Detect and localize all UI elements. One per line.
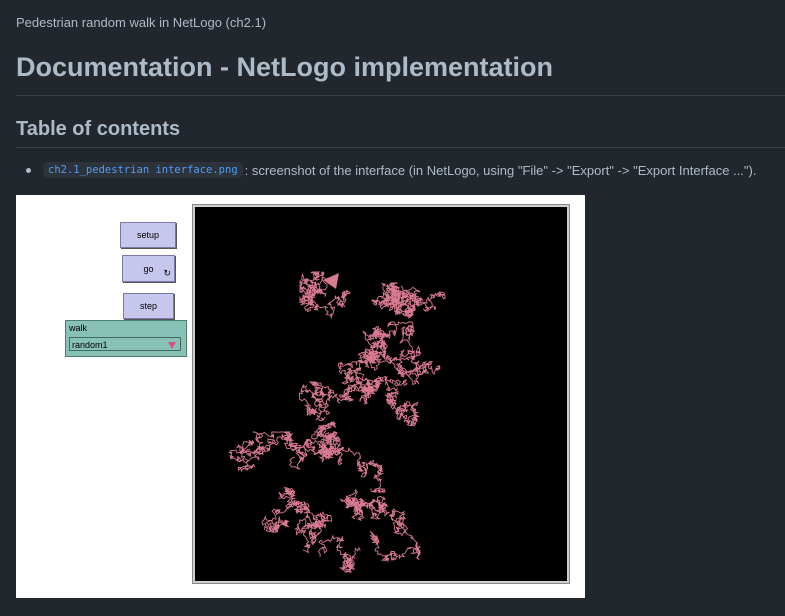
world-view-frame — [192, 204, 570, 584]
toc-divider — [16, 147, 785, 148]
step-button[interactable]: step — [123, 293, 174, 319]
trail-path — [228, 270, 446, 573]
code-file-link[interactable]: ch2.1_pedestrian interface.png — [43, 162, 243, 178]
go-button[interactable]: go ↻ — [122, 255, 175, 282]
step-button-label: step — [139, 301, 157, 311]
page-title: Documentation - NetLogo implementation — [16, 52, 553, 82]
list-item: ch2.1_pedestrian interface.png : screens… — [26, 162, 756, 178]
world-view[interactable] — [195, 207, 567, 581]
list-item-text: : screenshot of the interface (in NetLog… — [244, 162, 757, 178]
title-divider — [16, 95, 785, 96]
breadcrumb[interactable]: Pedestrian random walk in NetLogo (ch2.1… — [16, 15, 266, 30]
setup-button-label: setup — [136, 230, 160, 240]
netlogo-interface-screenshot: setup go ↻ step walk random1 — [16, 195, 585, 598]
chooser-label: walk — [69, 323, 88, 333]
toc-heading: Table of contents — [16, 118, 181, 140]
forever-loop-icon: ↻ — [163, 268, 171, 278]
go-button-label: go — [143, 263, 154, 274]
walk-chooser[interactable]: walk random1 — [65, 320, 187, 357]
setup-button[interactable]: setup — [120, 222, 176, 248]
turtle-arrow-icon — [323, 273, 339, 289]
chooser-value: random1 — [72, 340, 108, 350]
pedestrian-trail — [228, 270, 446, 573]
chooser-select[interactable]: random1 — [69, 337, 181, 351]
dropdown-arrow-icon — [168, 342, 176, 349]
bullet-icon — [26, 167, 31, 173]
